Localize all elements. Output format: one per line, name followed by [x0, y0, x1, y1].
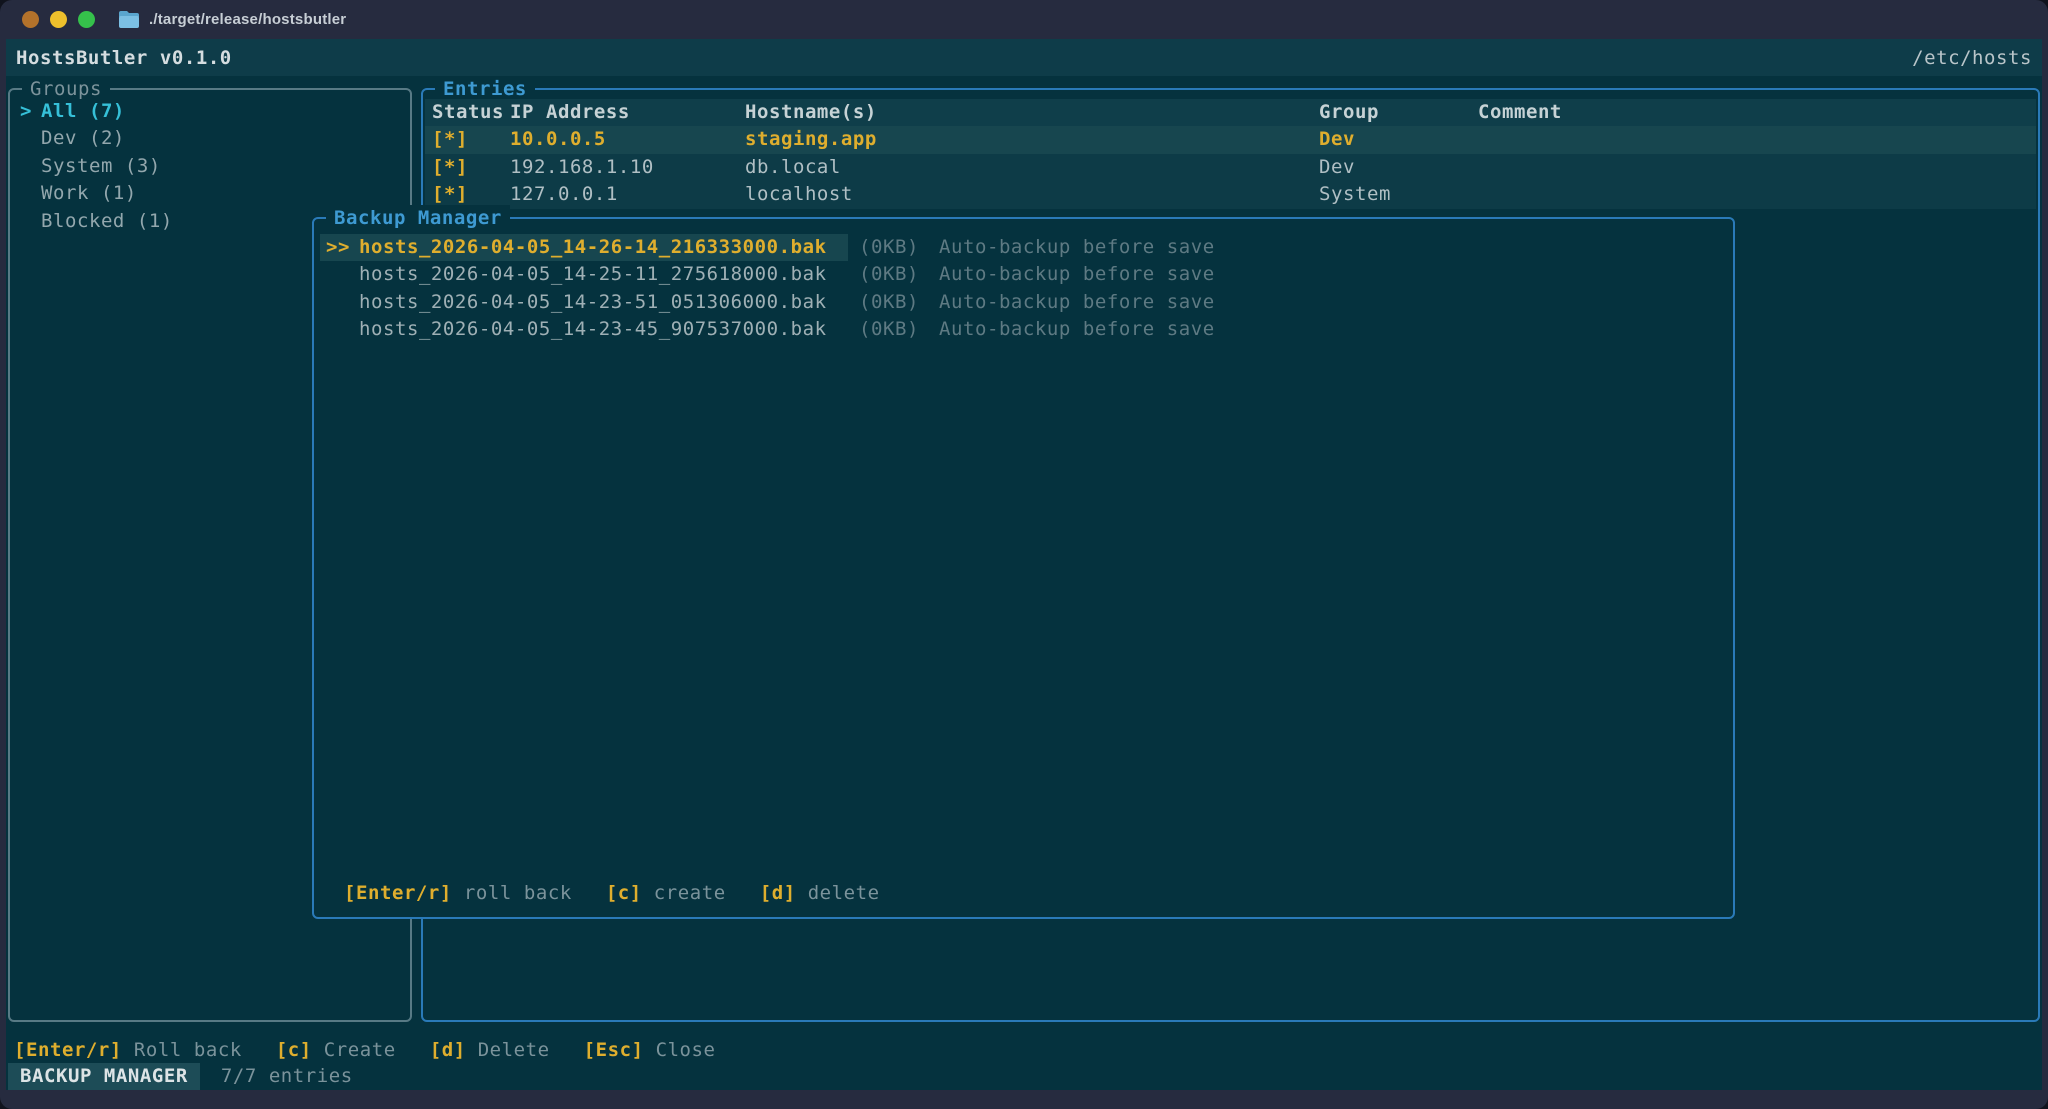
hint-key-delete: [d] — [760, 882, 796, 904]
column-header-status: Status — [432, 99, 504, 126]
keybar-label-delete: Delete — [478, 1039, 550, 1061]
entry-ip: 192.168.1.10 — [510, 154, 654, 181]
backup-selection-marker: >> — [326, 234, 350, 261]
terminal-content: HostsButler v0.1.0 /etc/hosts Groups > A… — [6, 39, 2042, 1090]
entry-status: [*] — [432, 126, 468, 153]
backup-manager-hints: [Enter/r] roll back [c] create [d] delete — [344, 880, 914, 907]
backup-filename: hosts_2026-04-05_14-23-45_907537000.bak — [359, 316, 827, 343]
backup-size: (0KB) — [859, 316, 919, 343]
backup-row[interactable]: hosts_2026-04-05_14-23-45_907537000.bak … — [316, 316, 1731, 343]
keybar-label-close: Close — [656, 1039, 716, 1061]
entry-row-selected[interactable]: [*] 10.0.0.5 staging.app Dev — [425, 126, 2036, 153]
group-item-label: System (3) — [41, 155, 161, 177]
app-title: HostsButler v0.1.0 — [16, 47, 232, 69]
column-header-ip: IP Address — [510, 99, 630, 126]
backup-row-selected[interactable]: >> hosts_2026-04-05_14-26-14_216333000.b… — [316, 234, 1731, 261]
group-selection-marker: > — [20, 98, 32, 125]
entry-ip: 10.0.0.5 — [510, 126, 606, 153]
minimize-window-button[interactable] — [50, 11, 67, 28]
entry-group: Dev — [1319, 154, 1355, 181]
backup-filename: hosts_2026-04-05_14-23-51_051306000.bak — [359, 289, 827, 316]
entry-ip: 127.0.0.1 — [510, 181, 618, 208]
entry-hostnames: localhost — [745, 181, 853, 208]
entry-hostnames: db.local — [745, 154, 841, 181]
hosts-file-path: /etc/hosts — [1912, 47, 2032, 69]
app-header: HostsButler v0.1.0 /etc/hosts — [6, 39, 2042, 76]
group-item-system[interactable]: System (3) — [10, 153, 410, 180]
hint-key-create: [c] — [606, 882, 642, 904]
keybar-key-close: [Esc] — [584, 1039, 644, 1061]
group-item-label: Blocked (1) — [41, 210, 173, 232]
hint-label-create: create — [654, 882, 726, 904]
entry-row[interactable]: [*] 192.168.1.10 db.local Dev — [425, 154, 2036, 181]
window-title: ./target/release/hostsbutler — [149, 11, 346, 28]
backup-manager-title: Backup Manager — [326, 205, 510, 232]
entry-group: Dev — [1319, 126, 1355, 153]
entries-count: 7/7 entries — [221, 1063, 353, 1090]
keybar-key-create: [c] — [276, 1039, 312, 1061]
window-titlebar: ./target/release/hostsbutler — [0, 0, 2048, 39]
group-item-dev[interactable]: Dev (2) — [10, 125, 410, 152]
folder-icon — [118, 10, 140, 29]
backup-size: (0KB) — [859, 234, 919, 261]
close-window-button[interactable] — [22, 11, 39, 28]
hint-key-rollback: [Enter/r] — [344, 882, 452, 904]
backup-filename: hosts_2026-04-05_14-26-14_216333000.bak — [359, 234, 827, 261]
backup-note: Auto-backup before save — [939, 261, 1215, 288]
backup-size: (0KB) — [859, 289, 919, 316]
entry-row[interactable]: [*] 127.0.0.1 localhost System — [425, 181, 2036, 208]
group-item-label: Work (1) — [41, 182, 137, 204]
keybar-label-rollback: Roll back — [134, 1039, 242, 1061]
entry-status: [*] — [432, 154, 468, 181]
global-keybar: [Enter/r] Roll back [c] Create [d] Delete [Esc… — [14, 1037, 750, 1064]
mode-badge: BACKUP MANAGER — [8, 1063, 200, 1090]
backup-note: Auto-backup before save — [939, 289, 1215, 316]
column-header-group: Group — [1319, 99, 1379, 126]
status-bar: BACKUP MANAGER 7/7 entries — [6, 1063, 2042, 1090]
entry-group: System — [1319, 181, 1391, 208]
terminal-window: ./target/release/hostsbutler HostsButler… — [0, 0, 2048, 1109]
hint-label-delete: delete — [808, 882, 880, 904]
backup-manager-modal: Backup Manager >> hosts_2026-04-05_14-26… — [312, 217, 1735, 919]
column-header-hostnames: Hostname(s) — [745, 99, 877, 126]
backup-size: (0KB) — [859, 261, 919, 288]
backup-note: Auto-backup before save — [939, 234, 1215, 261]
backup-note: Auto-backup before save — [939, 316, 1215, 343]
backup-row[interactable]: hosts_2026-04-05_14-23-51_051306000.bak … — [316, 289, 1731, 316]
entry-hostnames: staging.app — [745, 126, 877, 153]
group-item-all[interactable]: > All (7) — [10, 98, 410, 125]
maximize-window-button[interactable] — [78, 11, 95, 28]
column-header-comment: Comment — [1478, 99, 1562, 126]
backup-filename: hosts_2026-04-05_14-25-11_275618000.bak — [359, 261, 827, 288]
group-item-label: Dev (2) — [41, 127, 125, 149]
keybar-label-create: Create — [324, 1039, 396, 1061]
group-item-label: All (7) — [41, 100, 125, 122]
hint-label-rollback: roll back — [464, 882, 572, 904]
keybar-key-rollback: [Enter/r] — [14, 1039, 122, 1061]
group-item-work[interactable]: Work (1) — [10, 180, 410, 207]
backup-row[interactable]: hosts_2026-04-05_14-25-11_275618000.bak … — [316, 261, 1731, 288]
keybar-key-delete: [d] — [430, 1039, 466, 1061]
entries-table-header: Status IP Address Hostname(s) Group Comm… — [425, 99, 2036, 126]
